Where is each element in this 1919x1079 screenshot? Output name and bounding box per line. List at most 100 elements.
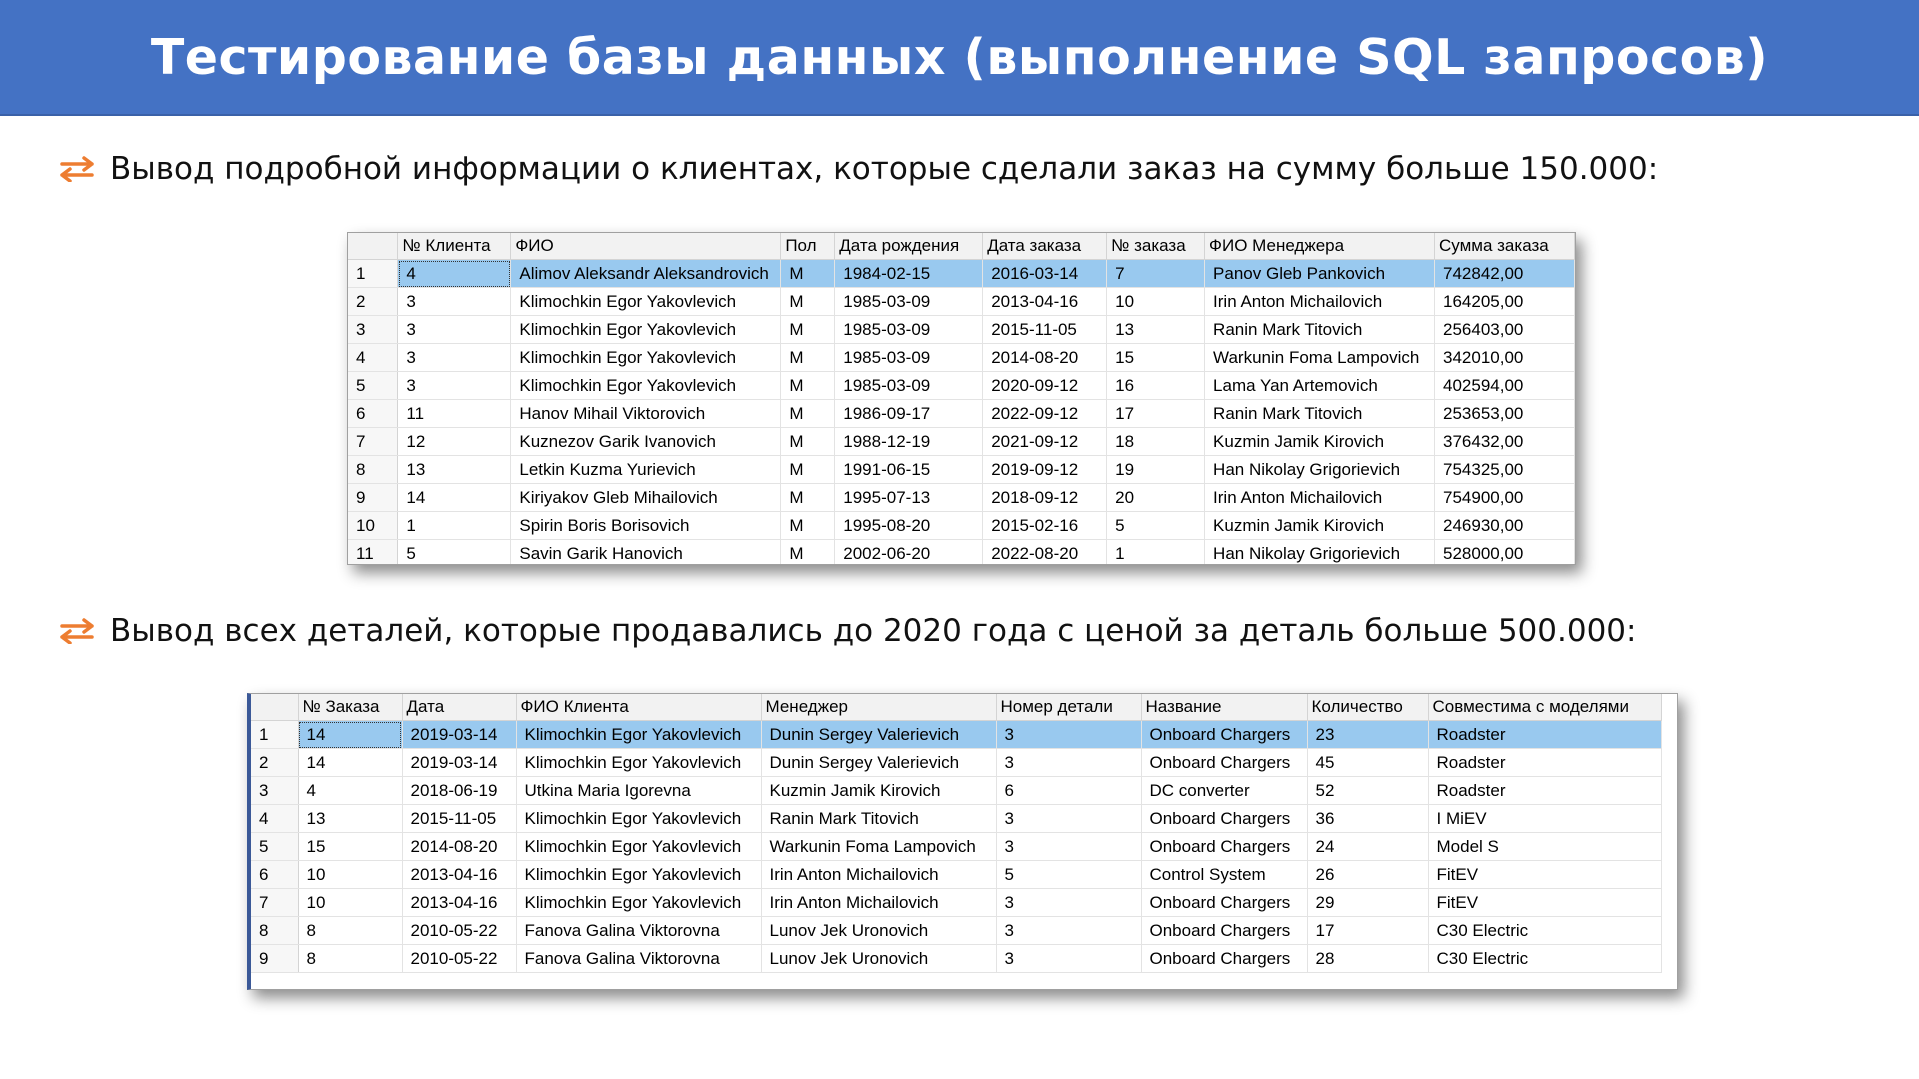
table-cell[interactable]: Lunov Jek Uronovich: [761, 916, 997, 945]
column-header[interactable]: Дата рождения: [834, 233, 984, 260]
table-cell[interactable]: 2002-06-20: [834, 539, 984, 564]
table-row[interactable]: 3 4 2018-06-19 Utkina Maria Igorevna Kuzmin …: [251, 776, 1662, 805]
table-cell[interactable]: Panov Gleb Pankovich: [1204, 259, 1435, 288]
row-number-cell[interactable]: 2: [251, 748, 299, 777]
table-row[interactable]: 4 3 Klimochkin Egor Yakovlevich M 1985-03-09…: [348, 343, 1575, 372]
row-number-cell[interactable]: 9: [348, 483, 399, 512]
table-cell[interactable]: 2019-09-12: [982, 455, 1108, 484]
table-row[interactable]: 8 8 2010-05-22 Fanova Galina Viktorovna Luno…: [251, 916, 1662, 945]
table-cell[interactable]: Dunin Sergey Valerievich: [761, 748, 997, 777]
column-header[interactable]: Сумма заказа: [1434, 233, 1575, 260]
table-cell[interactable]: 742842,00: [1434, 259, 1575, 288]
table-cell[interactable]: 14: [298, 748, 403, 777]
column-header[interactable]: ФИО Менеджера: [1204, 233, 1435, 260]
table-cell[interactable]: M: [780, 343, 836, 372]
table-cell[interactable]: 15: [298, 832, 403, 861]
table-cell[interactable]: 754325,00: [1434, 455, 1575, 484]
table-cell[interactable]: 5: [996, 860, 1142, 889]
table-cell[interactable]: 23: [1307, 720, 1429, 749]
table-cell[interactable]: 45: [1307, 748, 1429, 777]
row-number-cell[interactable]: 7: [348, 427, 399, 456]
row-number-cell[interactable]: 6: [251, 860, 299, 889]
row-number-cell[interactable]: 5: [348, 371, 399, 400]
table-cell[interactable]: M: [780, 259, 836, 288]
table-cell[interactable]: 11: [397, 399, 512, 428]
row-number-cell[interactable]: 10: [348, 511, 399, 540]
column-header[interactable]: № заказа: [1106, 233, 1206, 260]
table-cell[interactable]: Klimochkin Egor Yakovlevich: [516, 860, 762, 889]
column-header[interactable]: Номер детали: [996, 694, 1142, 721]
table-cell[interactable]: 17: [1106, 399, 1206, 428]
table-cell[interactable]: Klimochkin Egor Yakovlevich: [510, 315, 782, 344]
table-row[interactable]: 1 4 Alimov Aleksandr Aleksandrovich M 1984-0…: [348, 259, 1575, 288]
row-number-cell[interactable]: 3: [251, 776, 299, 805]
table-row[interactable]: 9 8 2010-05-22 Fanova Galina Viktorovna Luno…: [251, 944, 1662, 973]
table-cell[interactable]: 246930,00: [1434, 511, 1575, 540]
table-cell[interactable]: Irin Anton Michailovich: [761, 860, 997, 889]
table-row[interactable]: 10 1 Spirin Boris Borisovich M 1995-08-20 201…: [348, 511, 1575, 540]
table-cell[interactable]: 2019-03-14: [402, 748, 517, 777]
table-cell[interactable]: 1991-06-15: [834, 455, 984, 484]
row-number-cell[interactable]: 11: [348, 539, 399, 564]
table-cell[interactable]: 15: [1106, 343, 1206, 372]
table-cell[interactable]: 1995-07-13: [834, 483, 984, 512]
table-cell[interactable]: Lunov Jek Uronovich: [761, 944, 997, 973]
table-cell[interactable]: Hanov Mihail Viktorovich: [510, 399, 782, 428]
table-cell[interactable]: 29: [1307, 888, 1429, 917]
row-number-cell[interactable]: 6: [348, 399, 399, 428]
row-number-cell[interactable]: 8: [348, 455, 399, 484]
table-row[interactable]: 1 14 2019-03-14 Klimochkin Egor Yakovlevich…: [251, 720, 1662, 749]
table-row[interactable]: 7 10 2013-04-16 Klimochkin Egor Yakovlevich…: [251, 888, 1662, 917]
table-cell[interactable]: 2014-08-20: [982, 343, 1108, 372]
table-cell[interactable]: Kiriyakov Gleb Mihailovich: [510, 483, 782, 512]
table-cell[interactable]: Irin Anton Michailovich: [761, 888, 997, 917]
table-cell[interactable]: Spirin Boris Borisovich: [510, 511, 782, 540]
table-cell[interactable]: 4: [298, 776, 403, 805]
table-cell[interactable]: M: [780, 287, 836, 316]
column-header[interactable]: Дата заказа: [982, 233, 1108, 260]
table-row[interactable]: 5 15 2014-08-20 Klimochkin Egor Yakovlevich…: [251, 832, 1662, 861]
table-cell[interactable]: 5: [397, 539, 512, 564]
table-cell[interactable]: Klimochkin Egor Yakovlevich: [516, 888, 762, 917]
table-cell[interactable]: Han Nikolay Grigorievich: [1204, 455, 1435, 484]
table-cell[interactable]: 5: [1106, 511, 1206, 540]
table-cell[interactable]: 24: [1307, 832, 1429, 861]
table-cell[interactable]: 2018-06-19: [402, 776, 517, 805]
column-header[interactable]: № Клиента: [397, 233, 512, 260]
table-cell[interactable]: 17: [1307, 916, 1429, 945]
row-number-cell[interactable]: 7: [251, 888, 299, 917]
table-cell[interactable]: 1985-03-09: [834, 287, 984, 316]
table-cell[interactable]: Onboard Chargers: [1141, 916, 1308, 945]
table-cell[interactable]: 28: [1307, 944, 1429, 973]
table-row[interactable]: 5 3 Klimochkin Egor Yakovlevich M 1985-03-09…: [348, 371, 1575, 400]
table-cell[interactable]: 164205,00: [1434, 287, 1575, 316]
table-cell[interactable]: 18: [1106, 427, 1206, 456]
table-cell[interactable]: 3: [397, 343, 512, 372]
table-cell[interactable]: 3: [996, 944, 1142, 973]
table-cell[interactable]: Roadster: [1428, 748, 1662, 777]
table-cell[interactable]: 3: [996, 804, 1142, 833]
table-cell[interactable]: 2021-09-12: [982, 427, 1108, 456]
table-cell[interactable]: 3: [397, 287, 512, 316]
table-cell[interactable]: 2014-08-20: [402, 832, 517, 861]
table-cell[interactable]: 1995-08-20: [834, 511, 984, 540]
table-cell[interactable]: 10: [1106, 287, 1206, 316]
table-cell[interactable]: DC converter: [1141, 776, 1308, 805]
table-cell[interactable]: 1986-09-17: [834, 399, 984, 428]
table-cell[interactable]: 2010-05-22: [402, 916, 517, 945]
table-cell[interactable]: 1985-03-09: [834, 371, 984, 400]
table-cell[interactable]: 13: [1106, 315, 1206, 344]
table-cell[interactable]: M: [780, 399, 836, 428]
table-cell[interactable]: Klimochkin Egor Yakovlevich: [516, 804, 762, 833]
row-number-header[interactable]: [348, 233, 399, 260]
row-number-cell[interactable]: 1: [251, 720, 299, 749]
table-cell[interactable]: 3: [996, 916, 1142, 945]
column-header[interactable]: ФИО Клиента: [516, 694, 762, 721]
table-cell[interactable]: Model S: [1428, 832, 1662, 861]
table-cell[interactable]: 402594,00: [1434, 371, 1575, 400]
table-cell[interactable]: 2013-04-16: [982, 287, 1108, 316]
table-cell[interactable]: 7: [1106, 259, 1206, 288]
table-cell[interactable]: 2020-09-12: [982, 371, 1108, 400]
table-cell[interactable]: 342010,00: [1434, 343, 1575, 372]
row-number-cell[interactable]: 3: [348, 315, 399, 344]
